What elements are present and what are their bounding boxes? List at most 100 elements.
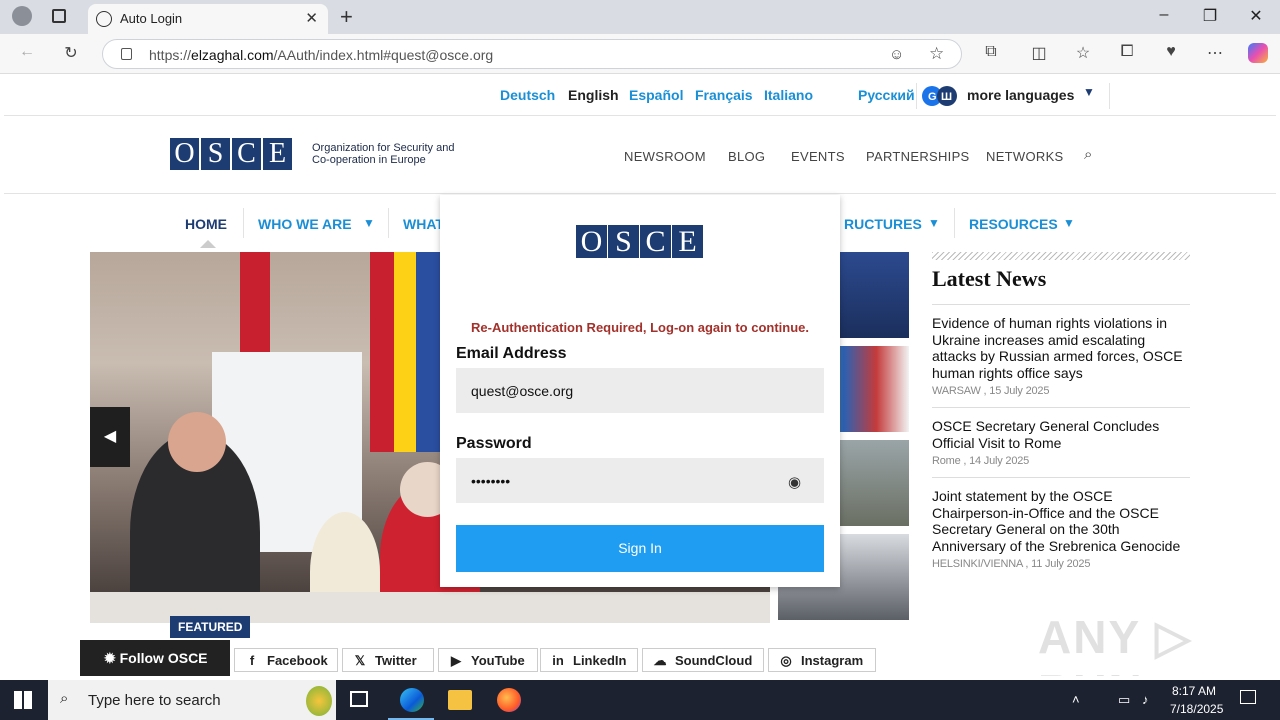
url-text: https://elzaghal.com/AAuth/index.html#qu… — [149, 47, 494, 63]
lang-deutsch[interactable]: Deutsch — [500, 87, 555, 103]
restore-icon[interactable]: ❐ — [1200, 6, 1220, 26]
sign-in-button[interactable]: Sign In — [456, 525, 824, 572]
reload-icon[interactable]: ↻ — [60, 43, 82, 63]
facebook-link[interactable]: f Facebook — [234, 648, 338, 672]
twitter-link[interactable]: 𝕏 Twitter — [342, 648, 434, 672]
news-meta: Rome , 14 July 2025 — [932, 455, 1030, 467]
nav-resources[interactable]: RESOURCES — [969, 216, 1058, 232]
extensions-icon[interactable]: ⧉ — [980, 43, 1002, 61]
back-icon[interactable]: ← — [16, 43, 38, 61]
tab-actions-icon[interactable] — [52, 9, 66, 23]
nav-newsroom[interactable]: NEWSROOM — [624, 149, 706, 164]
split-screen-icon[interactable]: ◫ — [1028, 43, 1050, 63]
search-placeholder: Type here to search — [88, 692, 221, 709]
latest-news-panel: Latest News Evidence of human rights vio… — [932, 252, 1190, 580]
person — [168, 412, 226, 472]
minimize-icon[interactable]: – — [1154, 6, 1174, 24]
svg-text:Ш: Ш — [941, 91, 952, 103]
copilot-icon[interactable] — [1248, 43, 1268, 63]
password-field[interactable] — [456, 458, 824, 503]
nav-structures[interactable]: RUCTURES — [844, 216, 922, 232]
news-title[interactable]: OSCE Secretary General Concludes Officia… — [932, 418, 1190, 451]
menu-dots-icon[interactable]: ⋯ — [1204, 43, 1226, 63]
collections-icon[interactable]: ⧠ — [1116, 43, 1138, 61]
social-bar: ✹ Follow OSCE f Facebook 𝕏 Twitter ▶ YouTub… — [80, 640, 980, 676]
globe-icon — [96, 11, 112, 27]
taskbar: ⌕ Type here to search ˄ ▭ ♪ 8:17 AM 7/18… — [0, 680, 1280, 720]
news-meta: HELSINKI/VIENNA , 11 July 2025 — [932, 558, 1091, 570]
news-title[interactable]: Evidence of human rights violations in U… — [932, 315, 1190, 381]
nav-events[interactable]: EVENTS — [791, 149, 845, 164]
latest-news-title: Latest News — [932, 266, 1190, 305]
tray-chevron-icon[interactable]: ˄ — [1072, 692, 1080, 707]
chevron-down-icon[interactable]: ▼ — [1063, 216, 1075, 230]
browser-tab[interactable]: Auto Login ✕ — [88, 4, 328, 34]
clock-date[interactable]: 7/18/2025 — [1170, 702, 1223, 716]
youtube-icon: ▶ — [451, 653, 461, 668]
site-info-icon[interactable] — [121, 48, 132, 60]
search-icon[interactable]: ⌕ — [1084, 146, 1093, 163]
news-title[interactable]: Joint statement by the OSCE Chairperson-… — [932, 488, 1190, 554]
taskbar-search[interactable]: ⌕ Type here to search — [48, 680, 336, 720]
show-password-icon[interactable]: ◉ — [788, 473, 801, 491]
nav-networks[interactable]: NETWORKS — [986, 149, 1064, 164]
watermark-logo: ANY ▷ RUN — [1038, 611, 1193, 676]
nav-partnerships[interactable]: PARTNERSHIPS — [866, 149, 970, 164]
news-item[interactable]: Evidence of human rights violations in U… — [932, 305, 1190, 408]
lang-italiano[interactable]: Italiano — [764, 87, 813, 103]
lang-espanol[interactable]: Español — [629, 87, 683, 103]
chevron-down-icon[interactable]: ▼ — [928, 216, 940, 230]
close-window-icon[interactable]: ✕ — [1246, 6, 1266, 26]
notification-icon[interactable] — [1240, 690, 1256, 704]
linkedin-link[interactable]: in LinkedIn — [540, 648, 638, 672]
login-dialog: OSCE Re-Authentication Required, Log-on … — [440, 195, 840, 587]
task-view-icon[interactable] — [350, 691, 368, 707]
site-header: OSCE Organization for Security and Co-op… — [4, 116, 1276, 194]
nav-who-we-are[interactable]: WHO WE ARE — [258, 216, 352, 232]
email-label: Email Address — [456, 345, 567, 362]
chevron-down-icon[interactable]: ▼ — [363, 216, 375, 230]
favorites-icon[interactable]: ☆ — [1072, 43, 1094, 63]
lang-francais[interactable]: Français — [695, 87, 753, 103]
performance-icon[interactable]: ♥ — [1160, 43, 1182, 61]
osce-logo: OSCE — [576, 225, 704, 258]
volume-icon[interactable]: ♪ — [1142, 692, 1149, 707]
svg-text:G: G — [928, 91, 937, 103]
news-item[interactable]: Joint statement by the OSCE Chairperson-… — [932, 478, 1190, 580]
address-bar[interactable]: https://elzaghal.com/AAuth/index.html#qu… — [102, 39, 962, 69]
browser-toolbar: ← ↻ https://elzaghal.com/AAuth/index.htm… — [0, 34, 1280, 74]
nav-home[interactable]: HOME — [185, 216, 227, 232]
instagram-link[interactable]: ◎ Instagram — [768, 648, 876, 672]
network-icon[interactable]: ▭ — [1118, 692, 1130, 708]
favorite-star-icon[interactable]: ☆ — [929, 44, 944, 64]
tab-title: Auto Login — [120, 11, 183, 26]
nav-blog[interactable]: BLOG — [728, 149, 765, 164]
nav-what-we-do[interactable]: WHAT — [403, 216, 444, 232]
close-tab-icon[interactable]: ✕ — [305, 9, 318, 27]
firefox-icon[interactable] — [497, 688, 521, 712]
soundcloud-link[interactable]: ☁ SoundCloud — [642, 648, 764, 672]
soundcloud-icon: ☁ — [653, 653, 667, 668]
osce-logo[interactable]: OSCE Organization for Security and Co-op… — [170, 138, 454, 170]
facebook-icon: f — [249, 653, 255, 668]
x-icon: 𝕏 — [354, 653, 366, 668]
more-languages-dropdown[interactable]: GШ more languages ▼ — [916, 83, 1110, 109]
file-explorer-icon[interactable] — [448, 690, 472, 710]
reauth-error-message: Re-Authentication Required, Log-on again… — [471, 320, 809, 335]
new-tab-icon[interactable]: + — [340, 4, 353, 30]
linkedin-icon: in — [552, 653, 564, 668]
password-label: Password — [456, 435, 532, 452]
profile-icon[interactable] — [12, 6, 32, 26]
more-languages-label: more languages — [967, 87, 1075, 103]
lang-russian[interactable]: Русский — [858, 87, 915, 103]
slider-prev-button[interactable]: ◀ — [90, 407, 130, 467]
news-item[interactable]: OSCE Secretary General Concludes Officia… — [932, 408, 1190, 478]
email-field[interactable] — [456, 368, 824, 413]
clock-time[interactable]: 8:17 AM — [1172, 684, 1216, 698]
reader-icon[interactable]: ☺ — [889, 46, 904, 63]
follow-osce-button[interactable]: ✹ Follow OSCE — [80, 640, 230, 676]
windows-start-icon[interactable] — [14, 691, 32, 709]
youtube-link[interactable]: ▶ YouTube — [438, 648, 538, 672]
edge-icon[interactable] — [400, 688, 424, 712]
lang-english[interactable]: English — [568, 87, 619, 103]
